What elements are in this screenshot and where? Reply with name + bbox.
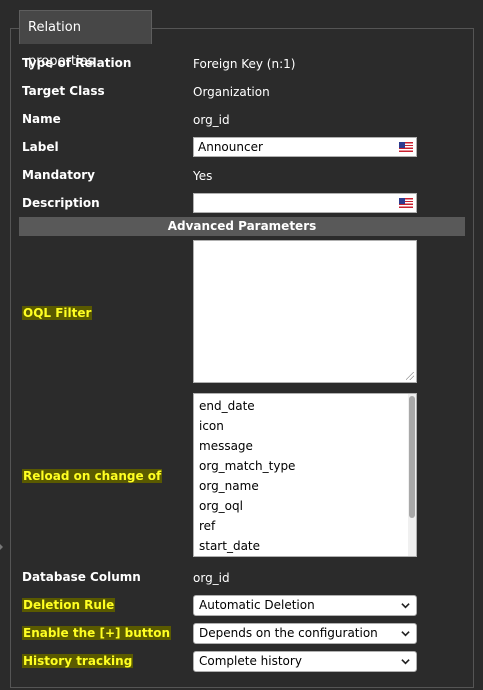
enable-plus-button-label-text: Enable the [+] button <box>22 626 172 640</box>
chevron-down-icon <box>401 631 410 637</box>
us-flag-icon[interactable] <box>399 142 413 152</box>
list-item[interactable]: org_name <box>199 479 259 493</box>
advanced-parameters-banner: Advanced Parameters <box>19 217 465 236</box>
oql-filter-label: OQL Filter <box>22 306 93 320</box>
history-tracking-label-text: History tracking <box>22 654 134 668</box>
target-class-label: Target Class <box>22 84 105 98</box>
deletion-rule-label-text: Deletion Rule <box>22 598 116 612</box>
enable-plus-button-select[interactable]: Depends on the configuration <box>193 623 417 644</box>
type-of-relation-value: Foreign Key (n:1) <box>193 57 296 71</box>
enable-plus-button-label: Enable the [+] button <box>22 626 172 640</box>
history-tracking-selected: Complete history <box>199 654 302 668</box>
database-column-label: Database Column <box>22 570 141 584</box>
mandatory-value: Yes <box>193 169 213 183</box>
relation-properties-legend: Relation properties <box>19 10 152 69</box>
list-item[interactable]: org_match_type <box>199 459 295 473</box>
mandatory-label: Mandatory <box>22 168 95 182</box>
history-tracking-select[interactable]: Complete history <box>193 651 417 672</box>
listbox-scroll-thumb[interactable] <box>409 396 415 518</box>
enable-plus-button-selected: Depends on the configuration <box>199 626 378 640</box>
list-item[interactable]: message <box>199 439 253 453</box>
list-item[interactable]: org_oql <box>199 499 243 513</box>
oql-filter-label-text: OQL Filter <box>22 306 93 320</box>
list-item[interactable]: ref <box>199 519 215 533</box>
name-value: org_id <box>193 113 230 127</box>
type-of-relation-label: Type of Relation <box>22 56 132 70</box>
resize-grip-icon[interactable] <box>406 372 414 380</box>
collapse-arrow-icon[interactable] <box>0 544 3 550</box>
oql-filter-textarea[interactable] <box>193 240 417 383</box>
list-item[interactable]: end_date <box>199 399 255 413</box>
reload-on-change-listbox[interactable]: end_date icon message org_match_type org… <box>193 393 417 557</box>
target-class-value: Organization <box>193 85 270 99</box>
chevron-down-icon <box>401 603 410 609</box>
us-flag-icon[interactable] <box>399 198 413 208</box>
name-label: Name <box>22 112 61 126</box>
deletion-rule-selected: Automatic Deletion <box>199 598 315 612</box>
list-item[interactable]: start_date <box>199 539 260 553</box>
deletion-rule-label: Deletion Rule <box>22 598 116 612</box>
label-field-label: Label <box>22 140 59 154</box>
description-input[interactable] <box>193 193 417 213</box>
reload-on-change-label: Reload on change of <box>22 469 163 483</box>
label-input-value: Announcer <box>198 140 263 154</box>
database-column-value: org_id <box>193 571 230 585</box>
history-tracking-label: History tracking <box>22 654 134 668</box>
list-item[interactable]: icon <box>199 419 224 433</box>
reload-on-change-label-text: Reload on change of <box>22 469 163 483</box>
deletion-rule-select[interactable]: Automatic Deletion <box>193 595 417 616</box>
description-label: Description <box>22 196 100 210</box>
label-input[interactable]: Announcer <box>193 137 417 157</box>
chevron-down-icon <box>401 659 410 665</box>
